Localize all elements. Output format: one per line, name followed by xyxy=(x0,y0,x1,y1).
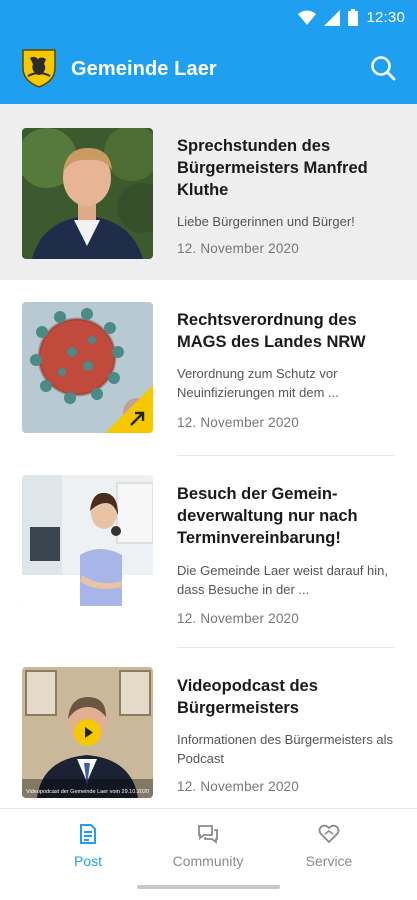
app-title: Gemeinde Laer xyxy=(71,58,217,80)
battery-icon xyxy=(348,9,359,26)
post-title: Sprechstunden des Bürgermeisters Manfred… xyxy=(177,137,368,199)
post-card[interactable]: Rechtsverordnung des MAGS des Landes NRW… xyxy=(0,280,417,456)
post-video-thumbnail: Videopodcast der Gemeinde Laer vom 29.10… xyxy=(22,667,153,798)
post-date: 12. November 2020 xyxy=(177,241,299,256)
post-excerpt: Verordnung zum Schutz vor Neuinfizierung… xyxy=(177,366,339,400)
coat-of-arms-logo xyxy=(22,49,56,88)
post-date: 12. November 2020 xyxy=(177,611,299,626)
home-indicator[interactable] xyxy=(137,885,280,889)
external-link-badge xyxy=(105,385,153,433)
nav-label: Service xyxy=(305,853,353,869)
status-time: 12:30 xyxy=(366,9,405,26)
post-image-portrait xyxy=(22,128,153,259)
search-icon[interactable] xyxy=(369,54,397,82)
post-title: Videopodcast des Bürgermeisters xyxy=(177,677,318,717)
post-excerpt: Informationen des Bürgermeisters als Pod… xyxy=(177,732,394,766)
wifi-icon xyxy=(298,10,317,25)
post-title: Rechtsverordnung des MAGS des Landes NRW xyxy=(177,311,366,351)
signal-icon xyxy=(324,9,341,26)
status-bar: 12:30 xyxy=(0,0,417,36)
post-card[interactable]: Besuch der Gemein-deverwaltung nur nach … xyxy=(0,456,417,648)
post-excerpt: Die Gemeinde Laer weist darauf hin, dass… xyxy=(177,563,389,597)
post-date: 12. November 2020 xyxy=(177,779,299,794)
post-card[interactable]: Sprechstunden des Bürgermeisters Manfred… xyxy=(0,104,417,280)
status-icons: 12:30 xyxy=(298,9,405,26)
video-caption: Videopodcast der Gemeinde Laer vom 29.10… xyxy=(25,789,150,795)
nav-label: Community xyxy=(172,853,244,869)
post-card[interactable]: Videopodcast der Gemeinde Laer vom 29.10… xyxy=(0,648,417,808)
post-image-virus xyxy=(22,302,153,433)
post-list: Sprechstunden des Bürgermeisters Manfred… xyxy=(0,104,417,808)
community-icon xyxy=(198,825,218,844)
play-button[interactable] xyxy=(74,719,101,746)
app-bar: Gemeinde Laer xyxy=(0,36,417,104)
nav-label: Post xyxy=(73,853,102,869)
post-date: 12. November 2020 xyxy=(177,415,299,430)
nav-tab-post[interactable]: Post xyxy=(38,823,138,869)
nav-tab-service[interactable]: Service xyxy=(279,823,379,869)
nav-tab-community[interactable]: Community xyxy=(158,823,258,869)
post-title: Besuch der Gemein-deverwaltung nur nach … xyxy=(177,485,358,547)
service-icon xyxy=(318,824,340,844)
post-excerpt: Liebe Bürgerinnen und Bürger! xyxy=(177,214,355,229)
post-image-office xyxy=(22,475,153,606)
play-icon xyxy=(85,727,93,738)
post-icon xyxy=(80,824,96,844)
